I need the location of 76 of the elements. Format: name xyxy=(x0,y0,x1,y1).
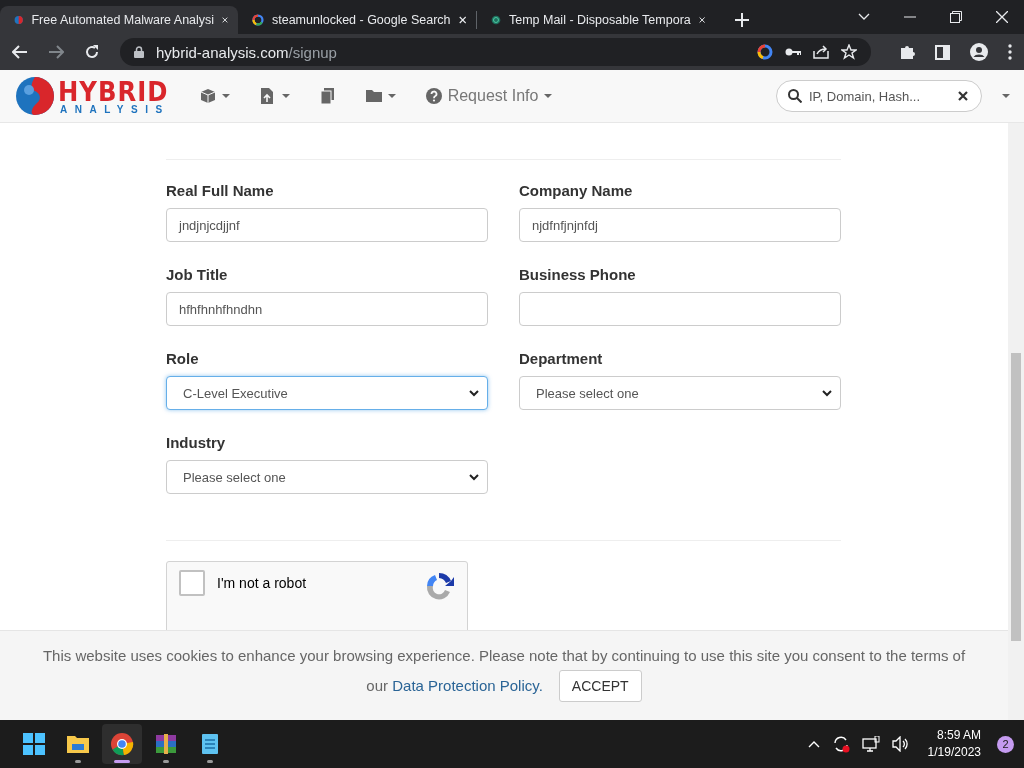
google-icon[interactable] xyxy=(757,44,773,60)
chevron-down-icon[interactable] xyxy=(858,13,870,21)
field-label: Department xyxy=(519,350,604,368)
logo-text: HYBRID xyxy=(58,77,170,105)
accept-button[interactable]: ACCEPT xyxy=(558,670,642,702)
menu-link[interactable]: Request Info xyxy=(425,87,553,105)
side-panel-icon[interactable] xyxy=(935,44,950,60)
notification-badge[interactable]: 2 xyxy=(997,735,1014,753)
dropdown[interactable]: C-Level Executive xyxy=(166,376,488,410)
field-label: Real Full Name xyxy=(166,182,275,200)
chevron-down-icon xyxy=(469,389,479,397)
cookie-notice: This website uses cookies to enhance your browsing experience. Please note that by continuing to use this site you consent to the terms of our Data Protection Policy. ACCEPT xyxy=(30,641,978,702)
checkbox[interactable] xyxy=(179,570,205,596)
caret-icon xyxy=(281,94,290,98)
scrollbar[interactable] xyxy=(1008,123,1024,720)
recaptcha-label: I'm not a robot xyxy=(217,574,308,591)
text-field[interactable]: jndjnjcdjjnf xyxy=(166,208,488,242)
windows-icon xyxy=(22,732,46,756)
close-icon[interactable] xyxy=(698,15,705,25)
chevron-down-icon xyxy=(469,473,479,481)
field-label: Business Phone xyxy=(519,266,637,284)
star-icon[interactable] xyxy=(841,44,857,60)
restore-icon[interactable] xyxy=(950,11,962,23)
close-icon[interactable] xyxy=(458,15,466,25)
caret-icon xyxy=(221,94,230,98)
key-icon[interactable] xyxy=(785,47,801,57)
browser-tab[interactable]: Free Automated Malware Analysi xyxy=(0,6,238,34)
volume-icon[interactable] xyxy=(891,736,910,752)
menu-button[interactable] xyxy=(319,88,336,104)
close-icon[interactable] xyxy=(222,15,228,25)
field-label: Industry xyxy=(166,434,227,452)
forward-icon[interactable] xyxy=(48,45,64,59)
caret-icon[interactable] xyxy=(1002,94,1010,98)
sync-icon[interactable] xyxy=(831,735,850,753)
copy-icon xyxy=(319,88,336,104)
chrome-icon xyxy=(110,732,134,756)
folder-icon xyxy=(365,88,382,104)
lock-icon xyxy=(134,46,144,58)
policy-link[interactable]: Data Protection Policy. xyxy=(392,677,543,694)
back-icon[interactable] xyxy=(12,45,28,59)
share-icon[interactable] xyxy=(813,45,829,59)
reload-icon[interactable] xyxy=(84,44,100,60)
favicon-icon xyxy=(252,12,264,28)
clear-icon[interactable] xyxy=(958,91,968,101)
dropdown[interactable]: Please select one xyxy=(519,376,841,410)
profile-icon[interactable] xyxy=(970,43,988,61)
caret-icon xyxy=(544,94,553,98)
menu-button[interactable] xyxy=(199,88,230,104)
help-icon xyxy=(425,88,442,104)
puzzle-icon[interactable] xyxy=(899,44,915,60)
caret-icon xyxy=(387,94,396,98)
text-field[interactable] xyxy=(519,292,841,326)
cube-icon xyxy=(199,88,216,104)
browser-tab[interactable]: Temp Mail - Disposable Tempora xyxy=(477,6,715,34)
text-field[interactable]: njdfnfjnjnfdj xyxy=(519,208,841,242)
dropdown[interactable]: Please select one xyxy=(166,460,488,494)
taskbar-app[interactable] xyxy=(102,724,142,764)
field-label: Role xyxy=(166,350,200,368)
close-icon[interactable] xyxy=(996,11,1008,23)
logo-subtitle: ANALYSIS xyxy=(59,104,170,115)
search-field[interactable]: IP, Domain, Hash... xyxy=(776,80,982,112)
field-label: Job Title xyxy=(166,266,229,284)
chevron-up-icon[interactable] xyxy=(807,740,820,748)
new-tab-icon[interactable] xyxy=(735,13,749,27)
menu-button[interactable] xyxy=(365,88,396,104)
field-label: Company Name xyxy=(519,182,634,200)
menu-button[interactable] xyxy=(259,88,290,104)
clock[interactable]: 8:59 AM 1/19/2023 xyxy=(927,727,981,761)
text-field[interactable]: hfhfhnhfhndhn xyxy=(166,292,488,326)
file-upload-icon xyxy=(259,88,276,104)
menu-icon[interactable] xyxy=(1008,44,1012,60)
chevron-down-icon xyxy=(822,389,832,397)
books-icon xyxy=(154,732,178,756)
network-icon[interactable] xyxy=(861,736,880,752)
logo-icon xyxy=(14,75,56,117)
browser-tab[interactable]: steamunlocked - Google Search xyxy=(238,6,476,34)
